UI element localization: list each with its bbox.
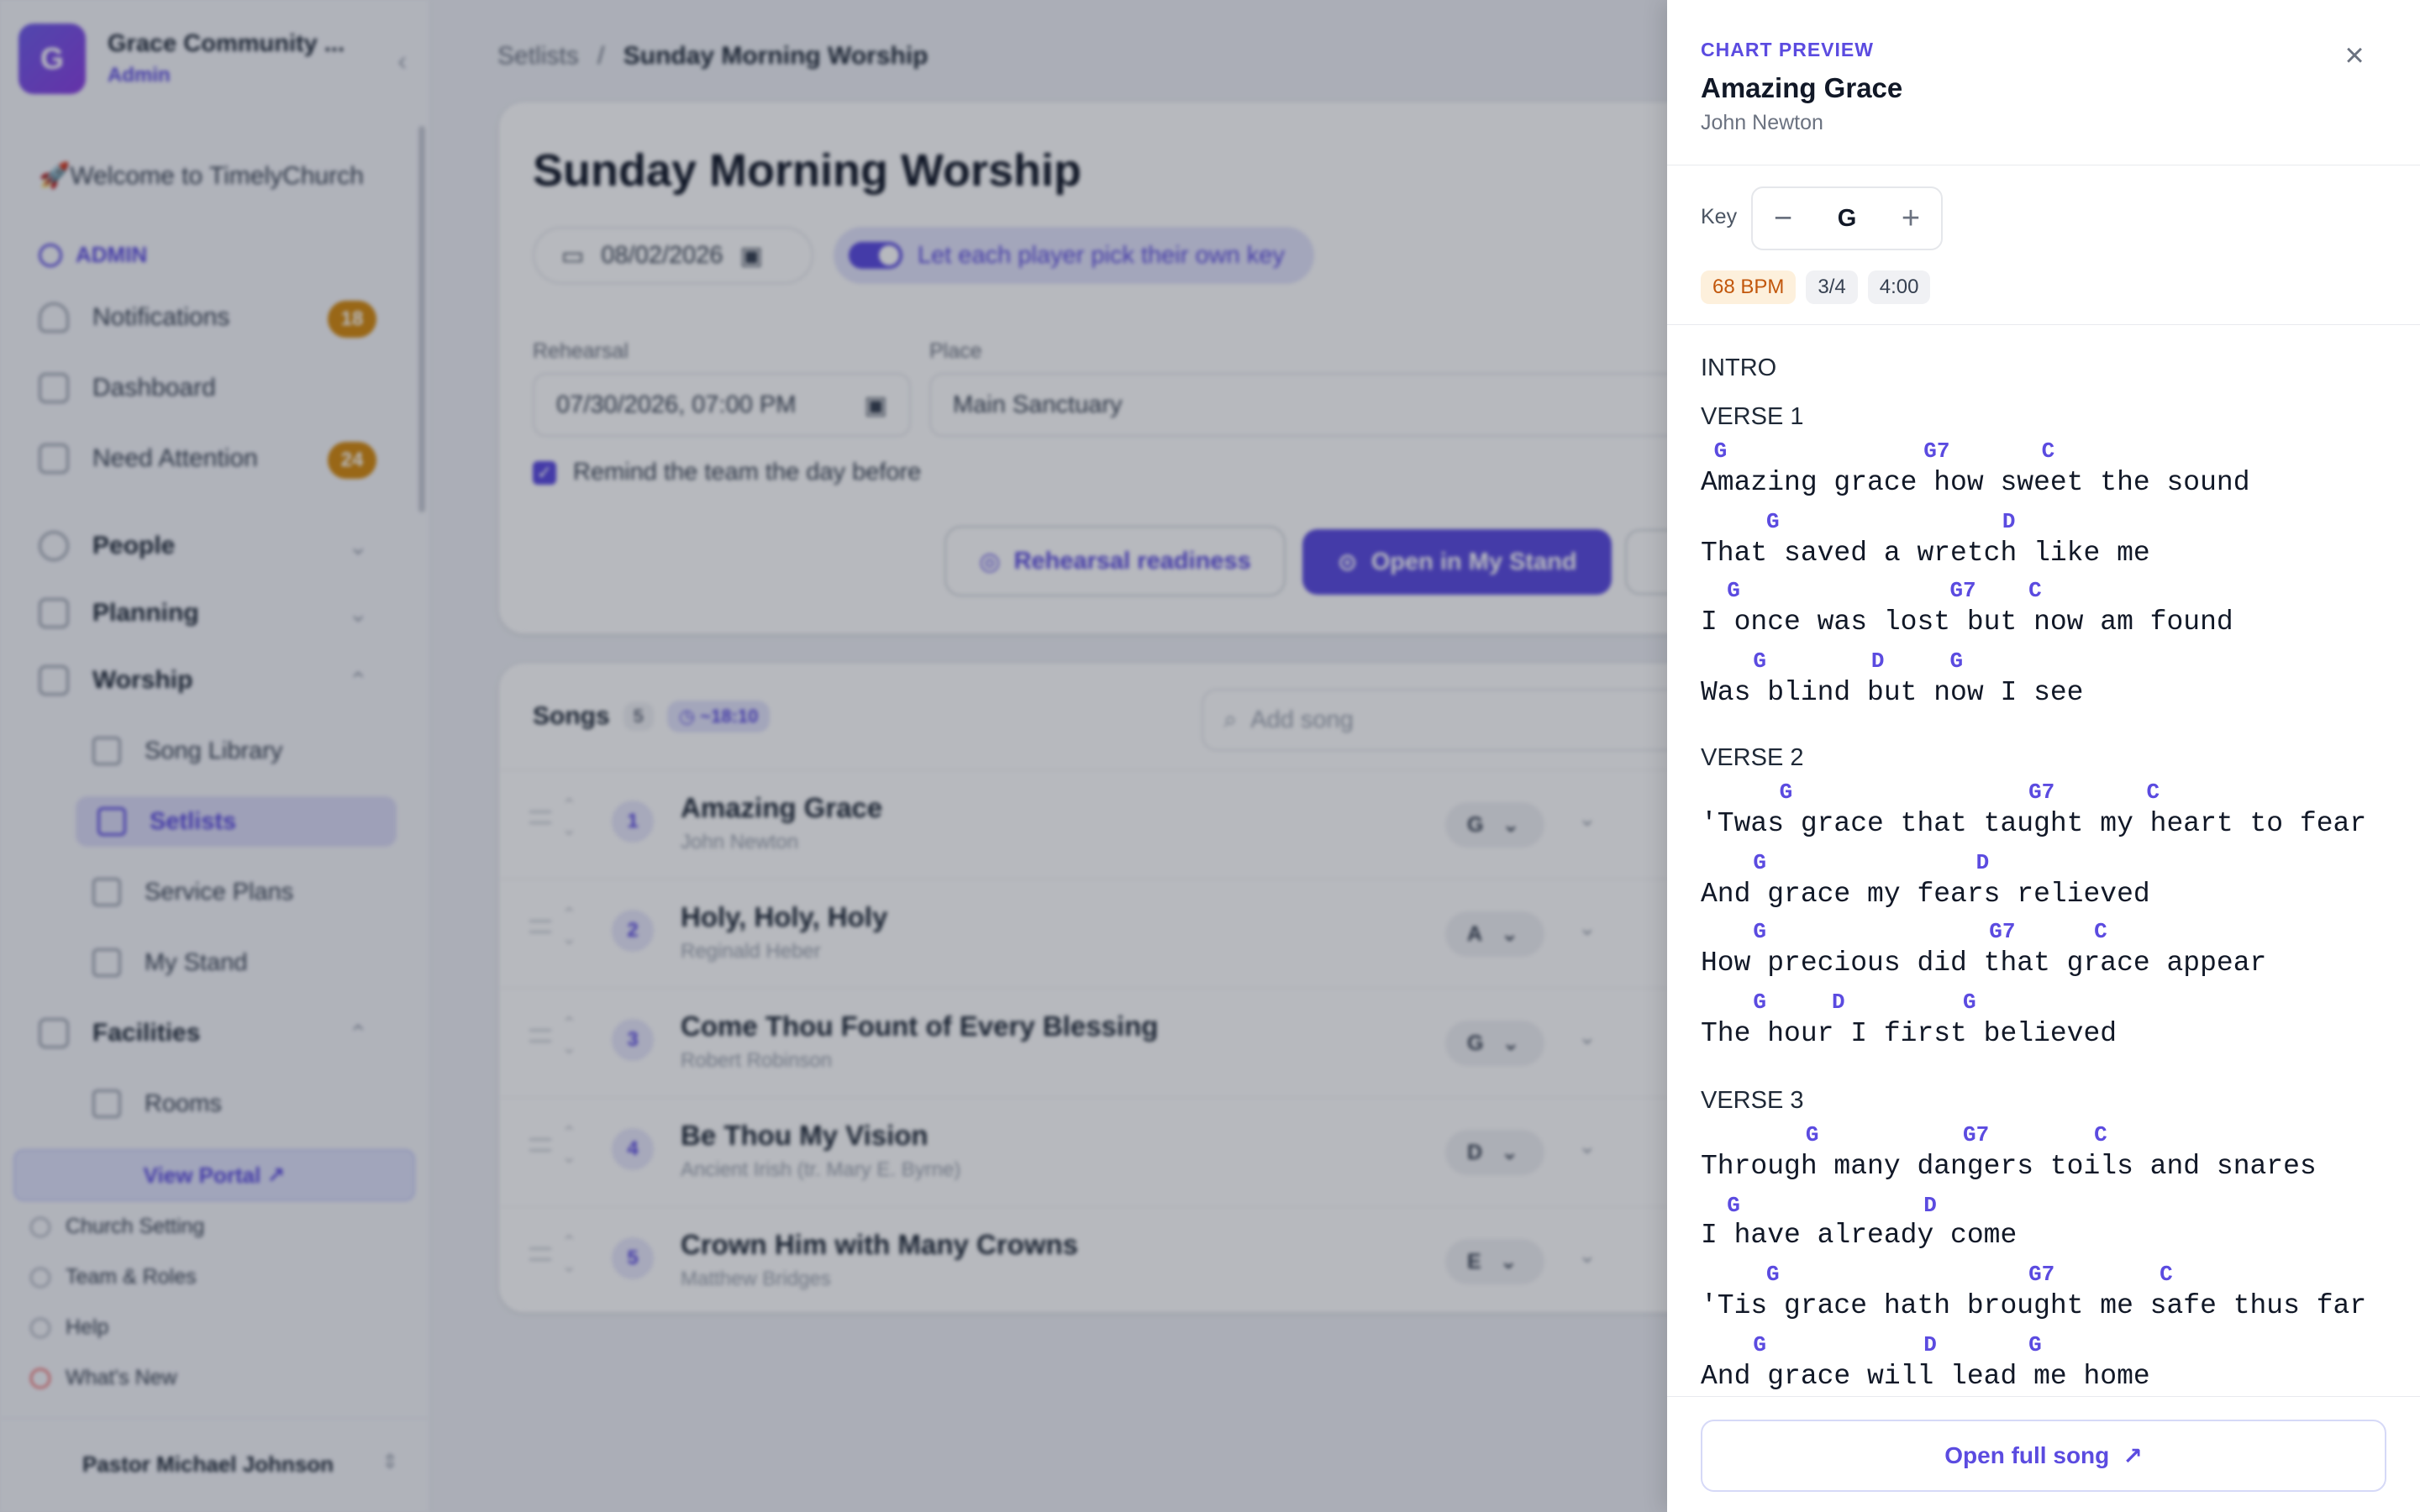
lyric-line: Through many dangers toils and snares	[1701, 1151, 2317, 1182]
key-stepper: − G +	[1751, 186, 1943, 250]
lyric-line: 'Twas grace that taught my heart to fear	[1701, 808, 2367, 839]
chart-preview-panel: CHART PREVIEW Amazing Grace John Newton …	[1667, 0, 2420, 1512]
lyric-line: And grace will lead me home	[1701, 1361, 2150, 1392]
divider	[1667, 324, 2420, 325]
chord-line: G D	[1701, 1193, 1937, 1218]
lyric-line: Was blind but now I see	[1701, 677, 2084, 708]
lyric-line: How precious did that grace appear	[1701, 948, 2267, 979]
chord-line: G G7 C	[1701, 1122, 2107, 1147]
external-link-icon: ↗	[2123, 1442, 2143, 1469]
chord-chart: INTRO VERSE 1 G G7 C Amazing grace how s…	[1701, 344, 2407, 1396]
lyric-line: I once was lost but now am found	[1701, 606, 2233, 638]
lyric-line: 'Tis grace hath brought me safe thus far	[1701, 1290, 2367, 1321]
bpm-badge: 68 BPM	[1701, 270, 1797, 304]
panel-song-author: John Newton	[1701, 111, 1823, 134]
key-down-button[interactable]: −	[1753, 188, 1813, 249]
chord-line: G G7 C	[1701, 780, 2160, 805]
key-label: Key	[1701, 205, 1738, 228]
panel-eyebrow: CHART PREVIEW	[1701, 39, 1874, 60]
lyric-line: That saved a wretch like me	[1701, 538, 2150, 569]
time-signature-badge: 3/4	[1806, 270, 1858, 304]
lyric-line: The hour I first believed	[1701, 1018, 2118, 1049]
section-heading-intro: INTRO	[1701, 354, 1777, 381]
section-heading-verse-3: VERSE 3	[1701, 1087, 1804, 1114]
chord-line: G D G	[1701, 1332, 2042, 1357]
section-heading-verse-1: VERSE 1	[1701, 403, 1804, 430]
chord-line: G D	[1701, 850, 1990, 875]
open-full-song-button[interactable]: Open full song ↗	[1701, 1420, 2386, 1492]
chord-line: G G7 C	[1701, 438, 2055, 464]
chord-line: G D	[1701, 509, 2016, 534]
key-value: G	[1837, 204, 1857, 232]
section-heading-verse-2: VERSE 2	[1701, 744, 1804, 771]
key-up-button[interactable]: +	[1881, 188, 1941, 249]
chord-line: G D G	[1701, 990, 1976, 1015]
chord-line: G G7 C	[1701, 1262, 2173, 1287]
lyric-line: And grace my fears relieved	[1701, 879, 2150, 910]
button-label: Open full song	[1944, 1442, 2110, 1468]
chord-line: G G7 C	[1701, 919, 2107, 944]
lyric-line: Amazing grace how sweet the sound	[1701, 467, 2250, 498]
length-badge: 4:00	[1867, 270, 1931, 304]
close-icon[interactable]: ×	[2336, 37, 2373, 74]
chord-line: G D G	[1701, 648, 1964, 674]
chord-line: G G7 C	[1701, 578, 2042, 603]
modal-backdrop[interactable]	[0, 0, 1667, 1512]
lyric-line: I have already come	[1701, 1220, 2018, 1251]
song-meta-chips: 68 BPM 3/4 4:00	[1701, 270, 1931, 304]
panel-song-title: Amazing Grace	[1701, 72, 1903, 103]
divider	[1667, 1396, 2420, 1397]
